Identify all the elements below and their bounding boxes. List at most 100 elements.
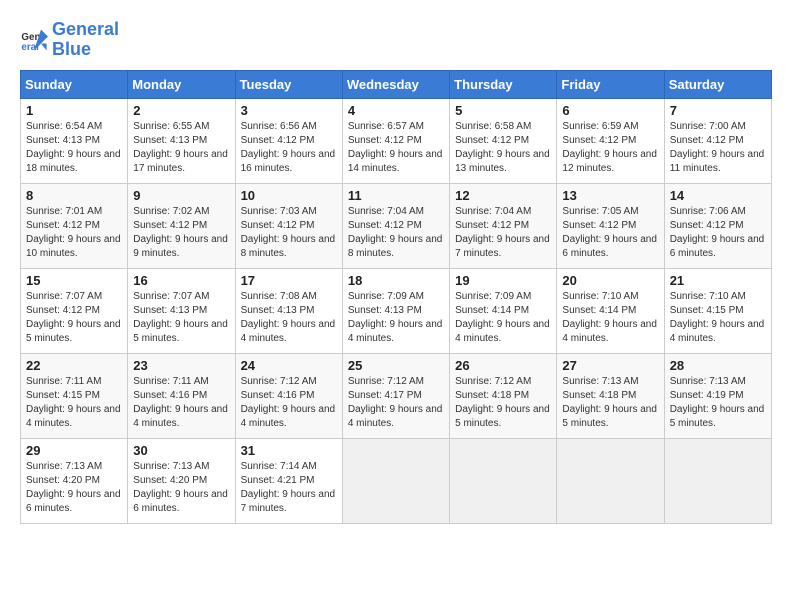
day-info: Sunrise: 7:04 AM Sunset: 4:12 PM Dayligh…: [348, 205, 444, 261]
day-info: Sunrise: 7:00 AM Sunset: 4:12 PM Dayligh…: [670, 120, 766, 176]
day-number: 22: [26, 358, 122, 373]
day-info: Sunrise: 7:11 AM Sunset: 4:15 PM Dayligh…: [26, 375, 122, 431]
day-cell-30: 30 Sunrise: 7:13 AM Sunset: 4:20 PM Dayl…: [128, 438, 235, 523]
day-number: 27: [562, 358, 658, 373]
week-row-2: 8 Sunrise: 7:01 AM Sunset: 4:12 PM Dayli…: [21, 183, 772, 268]
day-number: 14: [670, 188, 766, 203]
day-cell-13: 13 Sunrise: 7:05 AM Sunset: 4:12 PM Dayl…: [557, 183, 664, 268]
day-info: Sunrise: 7:05 AM Sunset: 4:12 PM Dayligh…: [562, 205, 658, 261]
day-cell-16: 16 Sunrise: 7:07 AM Sunset: 4:13 PM Dayl…: [128, 268, 235, 353]
day-info: Sunrise: 7:09 AM Sunset: 4:13 PM Dayligh…: [348, 290, 444, 346]
day-number: 21: [670, 273, 766, 288]
day-info: Sunrise: 7:03 AM Sunset: 4:12 PM Dayligh…: [241, 205, 337, 261]
day-cell-5: 5 Sunrise: 6:58 AM Sunset: 4:12 PM Dayli…: [450, 98, 557, 183]
day-info: Sunrise: 7:12 AM Sunset: 4:18 PM Dayligh…: [455, 375, 551, 431]
day-cell-21: 21 Sunrise: 7:10 AM Sunset: 4:15 PM Dayl…: [664, 268, 771, 353]
day-number: 2: [133, 103, 229, 118]
day-number: 25: [348, 358, 444, 373]
day-number: 11: [348, 188, 444, 203]
day-info: Sunrise: 7:12 AM Sunset: 4:17 PM Dayligh…: [348, 375, 444, 431]
day-cell-3: 3 Sunrise: 6:56 AM Sunset: 4:12 PM Dayli…: [235, 98, 342, 183]
day-number: 5: [455, 103, 551, 118]
calendar-header-row: SundayMondayTuesdayWednesdayThursdayFrid…: [21, 70, 772, 98]
day-cell-2: 2 Sunrise: 6:55 AM Sunset: 4:13 PM Dayli…: [128, 98, 235, 183]
day-info: Sunrise: 7:13 AM Sunset: 4:20 PM Dayligh…: [133, 460, 229, 516]
day-cell-25: 25 Sunrise: 7:12 AM Sunset: 4:17 PM Dayl…: [342, 353, 449, 438]
day-info: Sunrise: 7:12 AM Sunset: 4:16 PM Dayligh…: [241, 375, 337, 431]
day-info: Sunrise: 7:10 AM Sunset: 4:15 PM Dayligh…: [670, 290, 766, 346]
day-info: Sunrise: 7:08 AM Sunset: 4:13 PM Dayligh…: [241, 290, 337, 346]
day-info: Sunrise: 7:01 AM Sunset: 4:12 PM Dayligh…: [26, 205, 122, 261]
day-info: Sunrise: 6:58 AM Sunset: 4:12 PM Dayligh…: [455, 120, 551, 176]
day-number: 30: [133, 443, 229, 458]
day-cell-18: 18 Sunrise: 7:09 AM Sunset: 4:13 PM Dayl…: [342, 268, 449, 353]
day-cell-15: 15 Sunrise: 7:07 AM Sunset: 4:12 PM Dayl…: [21, 268, 128, 353]
day-info: Sunrise: 7:11 AM Sunset: 4:16 PM Dayligh…: [133, 375, 229, 431]
day-number: 29: [26, 443, 122, 458]
day-header-saturday: Saturday: [664, 70, 771, 98]
day-number: 8: [26, 188, 122, 203]
week-row-1: 1 Sunrise: 6:54 AM Sunset: 4:13 PM Dayli…: [21, 98, 772, 183]
day-cell-17: 17 Sunrise: 7:08 AM Sunset: 4:13 PM Dayl…: [235, 268, 342, 353]
calendar-body: 1 Sunrise: 6:54 AM Sunset: 4:13 PM Dayli…: [21, 98, 772, 523]
day-info: Sunrise: 7:13 AM Sunset: 4:20 PM Dayligh…: [26, 460, 122, 516]
week-row-5: 29 Sunrise: 7:13 AM Sunset: 4:20 PM Dayl…: [21, 438, 772, 523]
day-cell-24: 24 Sunrise: 7:12 AM Sunset: 4:16 PM Dayl…: [235, 353, 342, 438]
day-header-friday: Friday: [557, 70, 664, 98]
day-cell-28: 28 Sunrise: 7:13 AM Sunset: 4:19 PM Dayl…: [664, 353, 771, 438]
day-cell-1: 1 Sunrise: 6:54 AM Sunset: 4:13 PM Dayli…: [21, 98, 128, 183]
day-number: 15: [26, 273, 122, 288]
empty-cell: [342, 438, 449, 523]
logo-icon: Gen eral: [20, 26, 48, 54]
day-info: Sunrise: 7:14 AM Sunset: 4:21 PM Dayligh…: [241, 460, 337, 516]
week-row-4: 22 Sunrise: 7:11 AM Sunset: 4:15 PM Dayl…: [21, 353, 772, 438]
day-header-sunday: Sunday: [21, 70, 128, 98]
day-number: 24: [241, 358, 337, 373]
header: Gen eral GeneralBlue: [20, 20, 772, 60]
day-header-monday: Monday: [128, 70, 235, 98]
day-info: Sunrise: 6:56 AM Sunset: 4:12 PM Dayligh…: [241, 120, 337, 176]
day-info: Sunrise: 6:59 AM Sunset: 4:12 PM Dayligh…: [562, 120, 658, 176]
empty-cell: [664, 438, 771, 523]
day-header-thursday: Thursday: [450, 70, 557, 98]
day-number: 9: [133, 188, 229, 203]
day-cell-29: 29 Sunrise: 7:13 AM Sunset: 4:20 PM Dayl…: [21, 438, 128, 523]
day-cell-23: 23 Sunrise: 7:11 AM Sunset: 4:16 PM Dayl…: [128, 353, 235, 438]
day-cell-31: 31 Sunrise: 7:14 AM Sunset: 4:21 PM Dayl…: [235, 438, 342, 523]
day-info: Sunrise: 7:06 AM Sunset: 4:12 PM Dayligh…: [670, 205, 766, 261]
day-cell-12: 12 Sunrise: 7:04 AM Sunset: 4:12 PM Dayl…: [450, 183, 557, 268]
day-info: Sunrise: 7:04 AM Sunset: 4:12 PM Dayligh…: [455, 205, 551, 261]
day-info: Sunrise: 7:07 AM Sunset: 4:12 PM Dayligh…: [26, 290, 122, 346]
day-cell-10: 10 Sunrise: 7:03 AM Sunset: 4:12 PM Dayl…: [235, 183, 342, 268]
day-cell-26: 26 Sunrise: 7:12 AM Sunset: 4:18 PM Dayl…: [450, 353, 557, 438]
logo-name: GeneralBlue: [52, 20, 119, 60]
day-cell-20: 20 Sunrise: 7:10 AM Sunset: 4:14 PM Dayl…: [557, 268, 664, 353]
day-number: 31: [241, 443, 337, 458]
day-number: 16: [133, 273, 229, 288]
day-info: Sunrise: 7:09 AM Sunset: 4:14 PM Dayligh…: [455, 290, 551, 346]
day-header-wednesday: Wednesday: [342, 70, 449, 98]
day-number: 10: [241, 188, 337, 203]
day-info: Sunrise: 7:07 AM Sunset: 4:13 PM Dayligh…: [133, 290, 229, 346]
day-cell-22: 22 Sunrise: 7:11 AM Sunset: 4:15 PM Dayl…: [21, 353, 128, 438]
day-number: 4: [348, 103, 444, 118]
day-info: Sunrise: 6:54 AM Sunset: 4:13 PM Dayligh…: [26, 120, 122, 176]
day-info: Sunrise: 7:02 AM Sunset: 4:12 PM Dayligh…: [133, 205, 229, 261]
day-cell-14: 14 Sunrise: 7:06 AM Sunset: 4:12 PM Dayl…: [664, 183, 771, 268]
day-info: Sunrise: 6:57 AM Sunset: 4:12 PM Dayligh…: [348, 120, 444, 176]
day-number: 1: [26, 103, 122, 118]
day-cell-11: 11 Sunrise: 7:04 AM Sunset: 4:12 PM Dayl…: [342, 183, 449, 268]
day-number: 6: [562, 103, 658, 118]
day-info: Sunrise: 7:10 AM Sunset: 4:14 PM Dayligh…: [562, 290, 658, 346]
day-number: 18: [348, 273, 444, 288]
day-number: 3: [241, 103, 337, 118]
calendar-table: SundayMondayTuesdayWednesdayThursdayFrid…: [20, 70, 772, 524]
day-cell-19: 19 Sunrise: 7:09 AM Sunset: 4:14 PM Dayl…: [450, 268, 557, 353]
day-number: 26: [455, 358, 551, 373]
day-number: 19: [455, 273, 551, 288]
day-header-tuesday: Tuesday: [235, 70, 342, 98]
logo: Gen eral GeneralBlue: [20, 20, 119, 60]
day-number: 28: [670, 358, 766, 373]
day-cell-8: 8 Sunrise: 7:01 AM Sunset: 4:12 PM Dayli…: [21, 183, 128, 268]
day-cell-9: 9 Sunrise: 7:02 AM Sunset: 4:12 PM Dayli…: [128, 183, 235, 268]
